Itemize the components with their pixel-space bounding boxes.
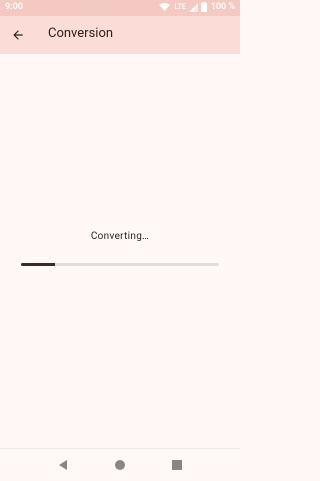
progress-fill: [21, 263, 55, 266]
square-recents-icon[interactable]: [170, 458, 184, 472]
arrow-back-icon: [13, 30, 23, 40]
battery-percent: 100 %: [210, 2, 235, 12]
wifi-icon: [159, 2, 171, 11]
circle-home-icon[interactable]: [113, 458, 127, 472]
conversion-status-text: Converting…: [90, 231, 150, 242]
signal-icon: [188, 2, 198, 12]
progress-bar: [21, 263, 219, 266]
status-icons: LTE 100 %: [159, 2, 235, 12]
app-bar: Conversion: [0, 16, 240, 54]
battery-icon: [200, 2, 207, 12]
triangle-back-icon[interactable]: [56, 458, 70, 472]
status-time: 9:00: [5, 2, 23, 12]
page-title: Conversion: [48, 26, 114, 41]
back-button[interactable]: [7, 24, 29, 46]
network-type: LTE: [174, 3, 186, 11]
system-nav-bar: [0, 448, 240, 481]
status-bar: 9:00 LTE 100 %: [0, 0, 240, 16]
